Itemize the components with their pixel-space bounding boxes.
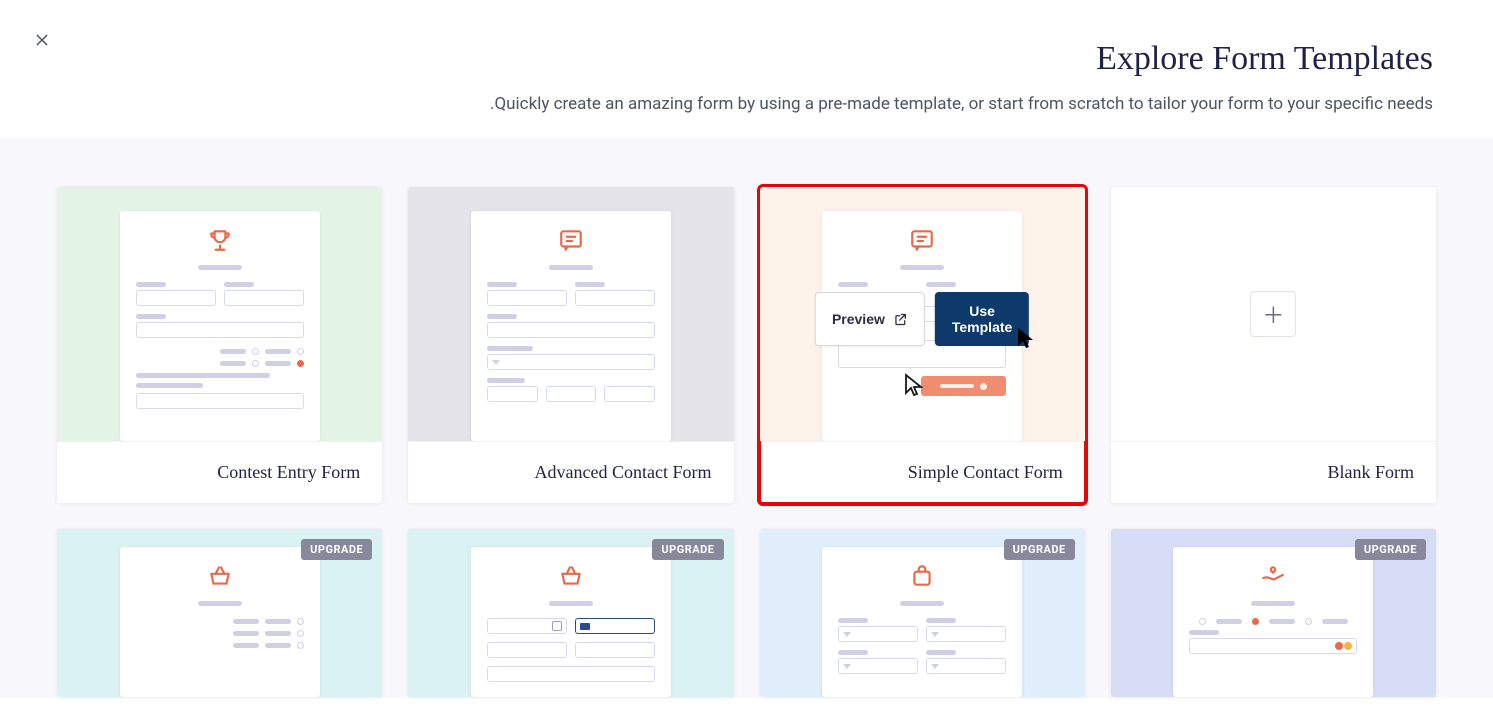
use-template-button[interactable]: Use Template [935, 292, 1029, 346]
basket-icon [487, 563, 655, 593]
template-card-simple-contact[interactable]: Preview Use Template Simple Contact Form [759, 186, 1086, 504]
template-card-upgrade[interactable]: UPGRADE [1110, 528, 1437, 698]
upgrade-badge: UPGRADE [301, 539, 372, 560]
template-preview: ＋ [1111, 187, 1436, 441]
template-card-upgrade[interactable]: UPGRADE [759, 528, 1086, 698]
upgrade-badge: UPGRADE [1004, 539, 1075, 560]
template-label: Contest Entry Form [57, 441, 382, 503]
page-subtitle: .Quickly create an amazing form by using… [60, 94, 1433, 114]
donate-icon [1189, 563, 1357, 593]
template-label: Advanced Contact Form [408, 441, 733, 503]
external-link-icon [893, 312, 908, 327]
close-icon[interactable] [34, 32, 50, 48]
template-label: Simple Contact Form [760, 441, 1085, 503]
template-card-upgrade[interactable]: UPGRADE [407, 528, 734, 698]
trophy-icon [136, 227, 304, 257]
page-title: Explore Form Templates [60, 40, 1433, 78]
chat-icon [838, 227, 1006, 257]
template-gallery: Contest Entry Form Advanced Contac [56, 186, 1437, 698]
template-label: Blank Form [1111, 441, 1436, 503]
template-preview: UPGRADE [408, 529, 733, 697]
upgrade-badge: UPGRADE [1355, 539, 1426, 560]
template-card-blank[interactable]: ＋ Blank Form [1110, 186, 1437, 504]
template-preview: UPGRADE [1111, 529, 1436, 697]
upgrade-badge: UPGRADE [652, 539, 723, 560]
template-preview: UPGRADE [760, 529, 1085, 697]
preview-label: Preview [832, 311, 885, 327]
basket-icon [136, 563, 304, 593]
template-card-contest-entry[interactable]: Contest Entry Form [56, 186, 383, 504]
template-preview [408, 187, 733, 441]
template-card-upgrade[interactable]: UPGRADE [56, 528, 383, 698]
use-template-label: Use Template [952, 303, 1012, 335]
template-preview: UPGRADE [57, 529, 382, 697]
bag-icon [838, 563, 1006, 593]
chat-icon [487, 227, 655, 257]
template-preview [57, 187, 382, 441]
preview-button[interactable]: Preview [815, 292, 925, 346]
plus-icon: ＋ [1250, 291, 1296, 337]
template-card-advanced-contact[interactable]: Advanced Contact Form [407, 186, 734, 504]
